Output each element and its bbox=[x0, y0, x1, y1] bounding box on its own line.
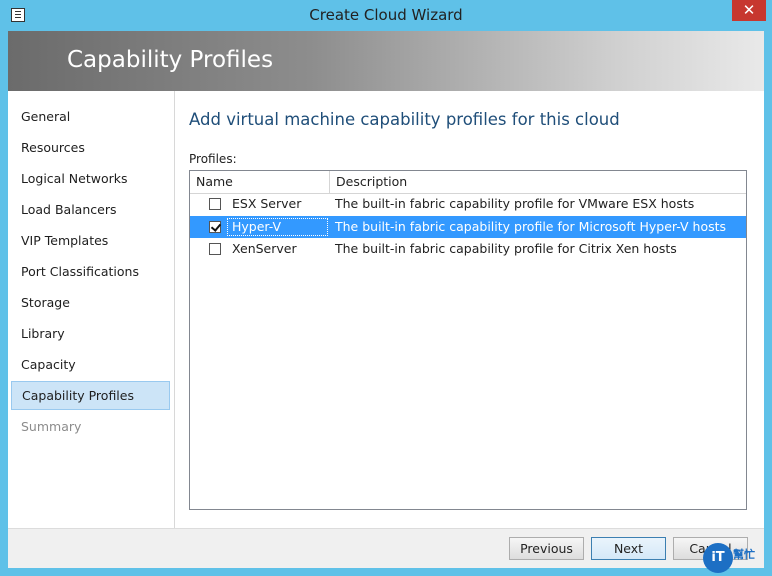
close-icon: ✕ bbox=[742, 1, 756, 19]
column-header-description[interactable]: Description bbox=[330, 171, 746, 193]
list-item[interactable]: ESX Server The built-in fabric capabilit… bbox=[190, 193, 746, 215]
nav-item-library[interactable]: Library bbox=[11, 320, 170, 347]
title-bar[interactable]: Create Cloud Wizard ✕ bbox=[0, 0, 772, 32]
nav-item-vip-templates[interactable]: VIP Templates bbox=[11, 227, 170, 254]
profiles-label: Profiles: bbox=[189, 152, 237, 166]
wizard-window: Create Cloud Wizard ✕ Capability Profile… bbox=[0, 0, 772, 576]
window-title: Create Cloud Wizard bbox=[309, 6, 463, 24]
nav-item-port-classifications[interactable]: Port Classifications bbox=[11, 258, 170, 285]
nav-item-storage[interactable]: Storage bbox=[11, 289, 170, 316]
profile-name: Hyper-V bbox=[232, 219, 282, 234]
content-pane: Add virtual machine capability profiles … bbox=[175, 91, 764, 528]
previous-button[interactable]: Previous bbox=[509, 537, 584, 560]
page-banner: Capability Profiles bbox=[8, 31, 764, 91]
nav-item-resources[interactable]: Resources bbox=[11, 134, 170, 161]
list-header: Name Description bbox=[190, 171, 746, 194]
profile-checkbox[interactable] bbox=[209, 243, 221, 255]
wizard-steps-nav: General Resources Logical Networks Load … bbox=[8, 91, 175, 528]
profile-checkbox[interactable] bbox=[209, 198, 221, 210]
nav-item-capability-profiles[interactable]: Capability Profiles bbox=[11, 381, 170, 410]
watermark-logo-icon: iT bbox=[703, 543, 733, 573]
watermark-text: 幫忙 bbox=[733, 548, 755, 561]
nav-item-summary: Summary bbox=[21, 419, 82, 434]
profile-name: XenServer bbox=[232, 241, 297, 256]
nav-item-logical-networks[interactable]: Logical Networks bbox=[11, 165, 170, 192]
nav-item-capacity[interactable]: Capacity bbox=[11, 351, 170, 378]
list-item[interactable]: XenServer The built-in fabric capability… bbox=[190, 238, 746, 260]
profile-checkbox[interactable] bbox=[209, 221, 221, 233]
profile-description: The built-in fabric capability profile f… bbox=[335, 241, 677, 256]
next-button[interactable]: Next bbox=[591, 537, 666, 560]
profile-name: ESX Server bbox=[232, 196, 302, 211]
nav-item-general[interactable]: General bbox=[11, 103, 170, 130]
wizard-client: Capability Profiles General Resources Lo… bbox=[8, 31, 764, 568]
nav-item-load-balancers[interactable]: Load Balancers bbox=[11, 196, 170, 223]
profile-description: The built-in fabric capability profile f… bbox=[335, 196, 695, 211]
profiles-list[interactable]: Name Description ESX Server The built-in… bbox=[189, 170, 747, 510]
wizard-footer: Previous Next Cancel bbox=[8, 528, 764, 568]
content-heading: Add virtual machine capability profiles … bbox=[189, 110, 620, 129]
watermark-logo: iT 幫忙 bbox=[703, 540, 769, 574]
list-item[interactable]: Hyper-V The built-in fabric capability p… bbox=[190, 216, 746, 238]
page-title: Capability Profiles bbox=[67, 47, 274, 73]
column-header-name[interactable]: Name bbox=[190, 171, 330, 193]
profile-description: The built-in fabric capability profile f… bbox=[335, 219, 727, 234]
close-button[interactable]: ✕ bbox=[732, 0, 766, 21]
